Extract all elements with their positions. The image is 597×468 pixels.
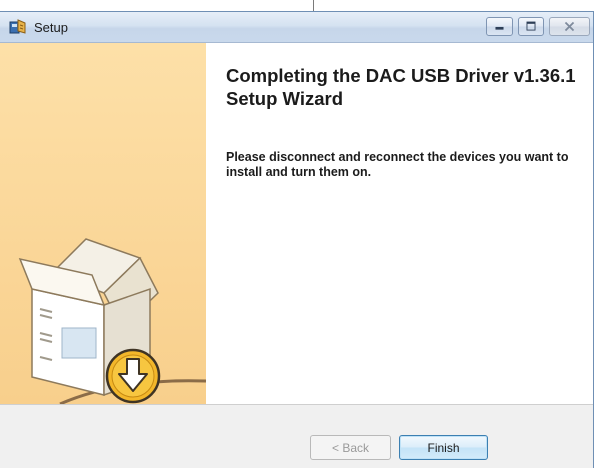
close-icon [564, 21, 575, 32]
wizard-message: Please disconnect and reconnect the devi… [226, 150, 569, 179]
back-button[interactable]: < Back [310, 435, 391, 460]
finish-button[interactable]: Finish [399, 435, 488, 460]
desktop-divider-line [313, 0, 314, 11]
maximize-button[interactable] [518, 17, 544, 36]
minimize-icon [495, 26, 504, 30]
software-box-install-icon [0, 43, 206, 404]
wizard-footer: < Back Finish [0, 404, 593, 468]
close-button[interactable] [549, 17, 590, 36]
maximize-icon [526, 21, 536, 31]
setup-window: Setup Completing the DAC USB Driver v1.3… [0, 11, 594, 468]
wizard-side-panel [0, 43, 206, 404]
title-bar[interactable]: Setup [0, 12, 593, 43]
setup-installer-icon [9, 19, 27, 35]
window-title: Setup [34, 20, 68, 35]
wizard-heading: Completing the DAC USB Driver v1.36.1 Se… [226, 65, 576, 109]
minimize-button[interactable] [486, 17, 513, 36]
